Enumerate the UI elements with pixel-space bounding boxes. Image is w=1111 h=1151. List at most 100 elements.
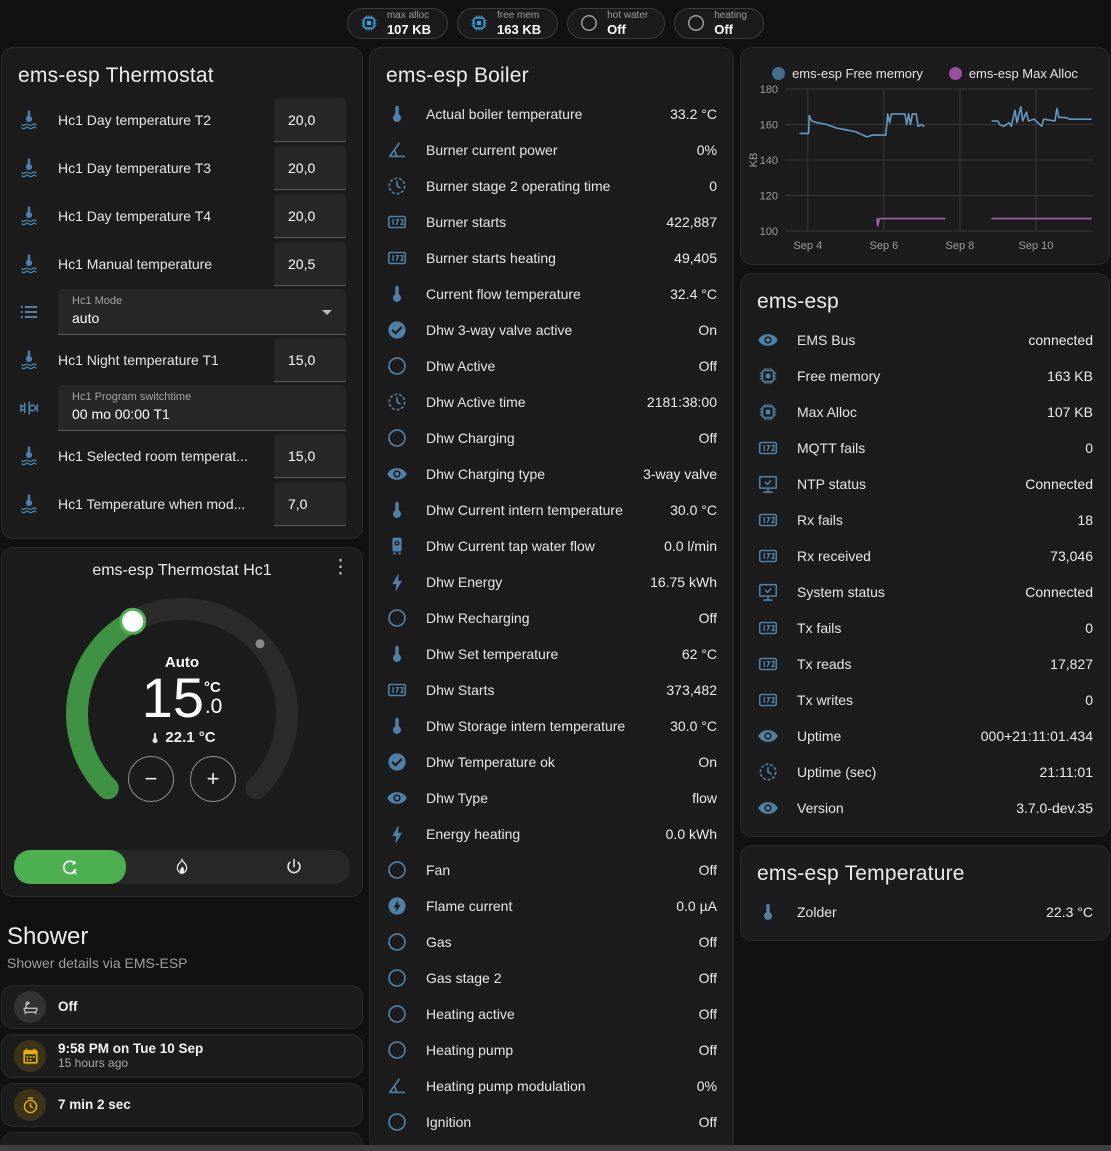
entity-row[interactable]: Heating pumpOff <box>370 1032 733 1068</box>
entity-row[interactable]: Tx fails0 <box>741 610 1109 646</box>
legend-free-memory[interactable]: ems-esp Free memory <box>772 66 923 81</box>
memory-chart-card: ems-esp Free memory ems-esp Max Alloc 10… <box>740 47 1110 265</box>
thermometer-icon <box>386 643 426 665</box>
entity-row[interactable]: Dhw RechargingOff <box>370 600 733 636</box>
number-input[interactable]: 7,0 <box>274 482 346 526</box>
mode-off-button[interactable] <box>238 850 350 884</box>
number-input[interactable]: 20,0 <box>274 194 346 238</box>
entity-row[interactable]: Gas stage 2Off <box>370 960 733 996</box>
thermometer-water-icon <box>18 253 58 275</box>
entity-row[interactable]: Dhw Starts373,482 <box>370 672 733 708</box>
shower-state-tile[interactable]: Off <box>1 985 363 1029</box>
entity-row[interactable]: Dhw Charging type3-way valve <box>370 456 733 492</box>
thermometer-icon <box>148 731 162 745</box>
entity-row[interactable]: NTP statusConnected <box>741 466 1109 502</box>
entity-row[interactable]: Dhw ActiveOff <box>370 348 733 384</box>
entity-name: Free memory <box>797 368 1047 384</box>
entity-row[interactable]: Max Alloc107 KB <box>741 394 1109 430</box>
shower-duration-tile[interactable]: 7 min 2 sec <box>1 1083 363 1127</box>
entity-value: Connected <box>1025 476 1093 492</box>
entity-row[interactable]: Dhw Current tap water flow0.0 l/min <box>370 528 733 564</box>
angle-icon <box>386 1075 426 1097</box>
legend-label: ems-esp Free memory <box>792 66 923 81</box>
entity-row[interactable]: Rx fails18 <box>741 502 1109 538</box>
mode-heat-button[interactable] <box>126 850 238 884</box>
entity-row: Hc1 Program switchtime00 mo 00:00 T1 <box>2 384 362 432</box>
entity-row[interactable]: Actual boiler temperature33.2 °C <box>370 96 733 132</box>
entity-row[interactable]: Dhw Energy16.75 kWh <box>370 564 733 600</box>
entity-row[interactable]: Dhw Temperature okOn <box>370 744 733 780</box>
select-input[interactable]: Hc1 Modeauto <box>58 289 346 335</box>
number-input[interactable]: 15,0 <box>274 338 346 382</box>
entity-row[interactable]: GasOff <box>370 924 733 960</box>
badge-value: 107 KB <box>387 23 431 36</box>
chip-icon <box>757 365 797 387</box>
entity-name: Dhw 3-way valve active <box>426 322 698 338</box>
number-input[interactable]: 20,5 <box>274 242 346 286</box>
shower-last-time-tile[interactable]: 9:58 PM on Tue 10 Sep 15 hours ago <box>1 1034 363 1078</box>
thermostat-dial[interactable]: Auto 15 °C .0 22.1 °C − + <box>52 584 312 842</box>
svg-text:100: 100 <box>760 226 778 238</box>
text-input[interactable]: Hc1 Program switchtime00 mo 00:00 T1 <box>58 385 346 431</box>
entity-row[interactable]: Burner current power0% <box>370 132 733 168</box>
entity-value: Off <box>699 1006 717 1022</box>
entity-row[interactable]: Heating pump modulation0% <box>370 1068 733 1104</box>
number-input[interactable]: 15,0 <box>274 434 346 478</box>
entity-rows: Zolder22.3 °C <box>741 894 1109 940</box>
entity-row[interactable]: Heating activeOff <box>370 996 733 1032</box>
entity-row[interactable]: System statusConnected <box>741 574 1109 610</box>
entity-row[interactable]: EMS Busconnected <box>741 322 1109 358</box>
entity-row[interactable]: Dhw Storage intern temperature30.0 °C <box>370 708 733 744</box>
entity-name: Energy heating <box>426 826 666 842</box>
entity-row[interactable]: MQTT fails0 <box>741 430 1109 466</box>
entity-row[interactable]: Rx received73,046 <box>741 538 1109 574</box>
entity-row[interactable]: Burner starts422,887 <box>370 204 733 240</box>
memory-line-chart[interactable]: 100120140160180Sep 4Sep 6Sep 8Sep 10KB <box>745 83 1101 261</box>
entity-row[interactable]: Uptime (sec)21:11:01 <box>741 754 1109 790</box>
timer-icon <box>14 1089 46 1121</box>
entity-row[interactable]: Flame current0.0 µA <box>370 888 733 924</box>
entity-value: 0 <box>1085 692 1093 708</box>
entity-row[interactable]: Zolder22.3 °C <box>741 894 1109 930</box>
entity-row[interactable]: IgnitionOff <box>370 1104 733 1140</box>
entity-row[interactable]: Uptime000+21:11:01.434 <box>741 718 1109 754</box>
decrease-temp-button[interactable]: − <box>128 756 174 802</box>
entity-name: Ignition <box>426 1114 699 1130</box>
badge-free-mem[interactable]: free mem 163 KB <box>457 8 558 39</box>
entity-name: Burner starts heating <box>426 250 674 266</box>
water-boiler-icon <box>386 535 426 557</box>
entity-row[interactable]: Energy heating0.0 kWh <box>370 816 733 852</box>
entity-name: Uptime <box>797 728 981 744</box>
current-temperature: 22.1 °C <box>148 729 215 746</box>
entity-row[interactable]: Version3.7.0-dev.35 <box>741 790 1109 826</box>
entity-row[interactable]: Dhw Current intern temperature30.0 °C <box>370 492 733 528</box>
entity-row[interactable]: Burner starts heating49,405 <box>370 240 733 276</box>
entity-value: Off <box>699 934 717 950</box>
mode-auto-button[interactable] <box>14 850 126 884</box>
entity-value: 16.75 kWh <box>650 574 717 590</box>
entity-row[interactable]: Tx reads17,827 <box>741 646 1109 682</box>
increase-temp-button[interactable]: + <box>190 756 236 802</box>
entity-row[interactable]: Dhw ChargingOff <box>370 420 733 456</box>
more-options-button[interactable]: ⋮ <box>331 558 350 577</box>
entity-row[interactable]: FanOff <box>370 852 733 888</box>
counter-icon <box>757 437 797 459</box>
badge-max-alloc[interactable]: max alloc 107 KB <box>347 8 448 39</box>
entity-row[interactable]: Dhw Typeflow <box>370 780 733 816</box>
badge-heating[interactable]: heating Off <box>674 8 764 39</box>
entity-row[interactable]: Tx writes0 <box>741 682 1109 718</box>
lightning-icon <box>386 571 426 593</box>
entity-row[interactable]: Burner stage 2 operating time0 <box>370 168 733 204</box>
number-input[interactable]: 20,0 <box>274 98 346 142</box>
entity-row[interactable]: Dhw Active time2181:38:00 <box>370 384 733 420</box>
entity-row[interactable]: Current flow temperature32.4 °C <box>370 276 733 312</box>
legend-max-alloc[interactable]: ems-esp Max Alloc <box>949 66 1078 81</box>
entity-row[interactable]: Dhw 3-way valve activeOn <box>370 312 733 348</box>
horizontal-scrollbar[interactable] <box>0 1145 1111 1151</box>
entity-row[interactable]: Free memory163 KB <box>741 358 1109 394</box>
badge-hot-water[interactable]: hot water Off <box>567 8 665 39</box>
left-column: ems-esp Thermostat Hc1 Day temperature T… <box>1 47 363 1151</box>
number-input[interactable]: 20,0 <box>274 146 346 190</box>
entity-row[interactable]: Dhw Set temperature62 °C <box>370 636 733 672</box>
badge-value: Off <box>607 23 648 36</box>
